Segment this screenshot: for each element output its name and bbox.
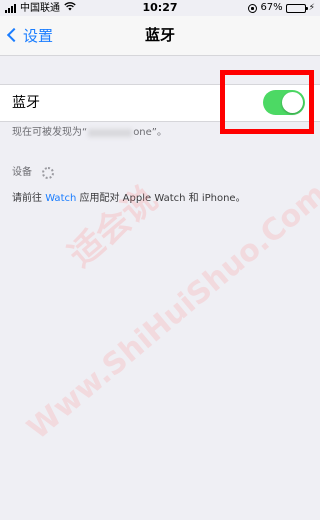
battery-percent: 67% [260,2,283,13]
discover-prefix: 现在可被发现为“ [12,127,88,138]
annotation-highlight-box [220,70,314,134]
battery-icon [285,3,308,13]
devices-label: 设备 [12,167,32,178]
loading-spinner-icon [42,167,54,179]
pair-note-suffix: 应用配对 Apple Watch 和 iPhone。 [76,193,246,204]
discoverable-text: 现在可被发现为“ one”。 [12,126,167,140]
watermark-en: Www.ShiHuiShuo.Com [20,176,320,447]
blurred-device-name [88,129,133,137]
pair-note-prefix: 请前往 [12,193,46,204]
page-title: 蓝牙 [144,26,175,44]
discover-suffix: one”。 [133,127,167,138]
pair-note: 请前往 Watch 应用配对 Apple Watch 和 iPhone。 [12,192,246,206]
watch-app-link[interactable]: Watch [45,193,76,204]
status-bar: 中国联通 10:27 67% ⚡ [0,0,320,16]
rotation-lock-icon [248,3,258,13]
navigation-bar: 设置 蓝牙 [0,16,320,56]
devices-header: 设备 [12,166,54,180]
status-right: 67% ⚡ [248,2,315,14]
charging-bolt-icon: ⚡ [308,3,315,13]
bluetooth-label: 蓝牙 [12,95,40,111]
watermark-cn: 适会说 [61,179,166,276]
